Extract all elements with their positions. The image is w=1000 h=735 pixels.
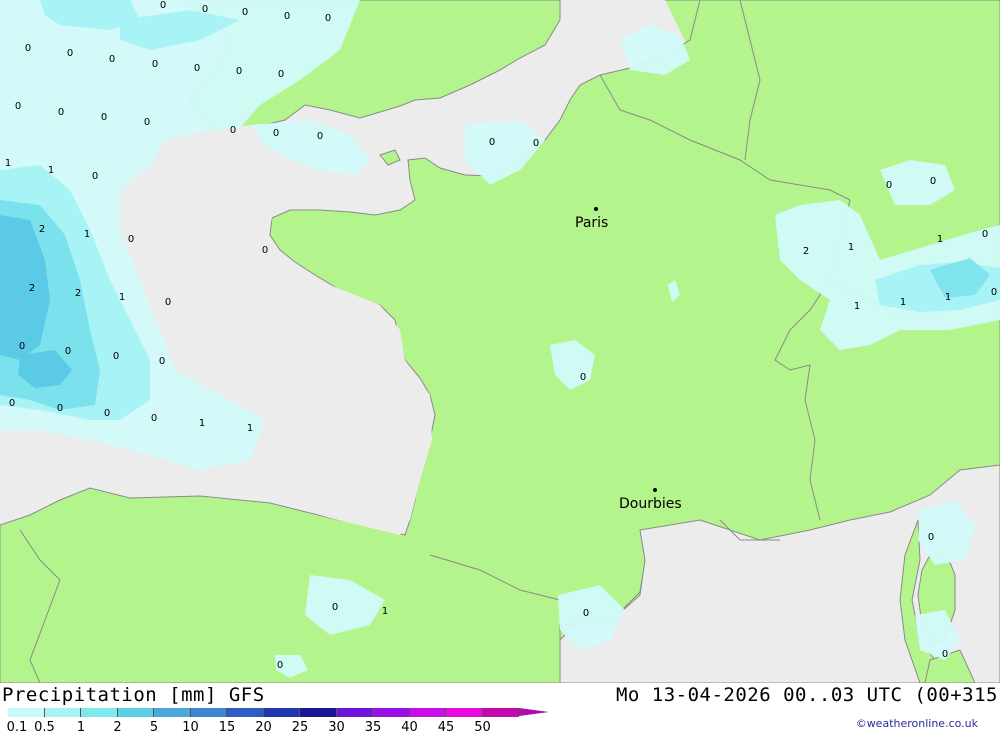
legend-swatch (154, 708, 191, 717)
grid-value: 0 (317, 131, 323, 142)
grid-value: 0 (928, 532, 934, 543)
map-canvas: 0 0 0 0 0 0 0 0 0 0 0 0 0 0 0 0 0 0 0 0 0 0 0 1 1 0 2 1 0 2 1 1 0 2 2 1 0 1 1 1… (0, 0, 1000, 683)
credit-link[interactable]: ©weatheronline.co.uk (856, 717, 978, 730)
grid-value: 0 (15, 101, 21, 112)
grid-value: 0 (886, 180, 892, 191)
grid-value: 0 (9, 398, 15, 409)
grid-value: 0 (325, 13, 331, 24)
grid-value: 0 (942, 649, 948, 660)
city-marker-paris (594, 207, 598, 211)
grid-value: 1 (382, 606, 388, 617)
grid-value: 0 (489, 137, 495, 148)
grid-value: 0 (273, 128, 279, 139)
grid-value: 1 (119, 292, 125, 303)
grid-value: 0 (104, 408, 110, 419)
grid-value: 0 (262, 245, 268, 256)
legend-swatch (482, 708, 519, 717)
legend-swatch (8, 708, 45, 717)
grid-value: 0 (151, 413, 157, 424)
legend-swatch (190, 708, 227, 717)
grid-value: 0 (19, 341, 25, 352)
map-timestamp: Mo 13-04-2026 00..03 UTC (00+315 (615, 684, 998, 706)
grid-value: 1 (854, 301, 860, 312)
grid-value: 0 (165, 297, 171, 308)
legend-swatch (409, 708, 446, 717)
grid-value: 0 (332, 602, 338, 613)
grid-value: 0 (25, 43, 31, 54)
grid-value: 0 (194, 63, 200, 74)
legend-swatch (373, 708, 410, 717)
grid-value: 1 (900, 297, 906, 308)
legend-arrow (519, 708, 549, 716)
grid-value: 1 (937, 234, 943, 245)
grid-value: 0 (583, 608, 589, 619)
grid-value: 0 (930, 176, 936, 187)
grid-value: 0 (277, 660, 283, 671)
grid-value: 0 (58, 107, 64, 118)
grid-value: 1 (5, 158, 11, 169)
grid-value: 0 (67, 48, 73, 59)
color-legend: 0.1 0.5 1 2 5 10 15 20 25 30 35 40 45 50 (7, 708, 549, 735)
grid-value: 2 (803, 246, 809, 257)
grid-value: 0 (242, 7, 248, 18)
grid-value: 1 (84, 229, 90, 240)
grid-value: 0 (284, 11, 290, 22)
grid-value: 0 (65, 346, 71, 357)
grid-value: 0 (159, 356, 165, 367)
grid-value: 0 (152, 59, 158, 70)
legend-swatch (336, 708, 373, 717)
grid-value: 0 (278, 69, 284, 80)
grid-value: 0 (580, 372, 586, 383)
legend-swatch (446, 708, 483, 717)
grid-value: 0 (160, 0, 166, 11)
legend-swatch (81, 708, 118, 717)
legend-swatch (300, 708, 337, 717)
city-label-paris: Paris (575, 215, 608, 231)
grid-value: 0 (128, 234, 134, 245)
grid-value: 0 (982, 229, 988, 240)
grid-value: 0 (236, 66, 242, 77)
grid-value: 1 (945, 292, 951, 303)
grid-value: 2 (29, 283, 35, 294)
grid-value: 0 (230, 125, 236, 136)
grid-value: 0 (991, 287, 997, 298)
grid-value: 0 (57, 403, 63, 414)
grid-value: 0 (101, 112, 107, 123)
map-footer: Precipitation [mm] GFS Mo 13-04-2026 00.… (0, 683, 1000, 735)
grid-value: 0 (144, 117, 150, 128)
grid-value: 0 (113, 351, 119, 362)
grid-value: 1 (48, 165, 54, 176)
legend-swatch (117, 708, 154, 717)
grid-value: 1 (247, 423, 253, 434)
legend-swatch (44, 708, 81, 717)
grid-value: 2 (39, 224, 45, 235)
weather-map: 0 0 0 0 0 0 0 0 0 0 0 0 0 0 0 0 0 0 0 0 0 0 0 1 1 0 2 1 0 2 1 1 0 2 2 1 0 1 1 1… (0, 0, 1000, 683)
grid-value: 1 (199, 418, 205, 429)
legend-swatch (263, 708, 300, 717)
grid-value: 2 (75, 288, 81, 299)
grid-value: 1 (848, 242, 854, 253)
grid-value: 0 (109, 54, 115, 65)
map-title: Precipitation [mm] GFS (2, 684, 265, 706)
legend-swatch (227, 708, 264, 717)
grid-value: 0 (92, 171, 98, 182)
city-marker-dourbies (653, 488, 657, 492)
grid-value: 0 (202, 4, 208, 15)
city-label-dourbies: Dourbies (619, 496, 682, 512)
grid-value: 0 (533, 138, 539, 149)
